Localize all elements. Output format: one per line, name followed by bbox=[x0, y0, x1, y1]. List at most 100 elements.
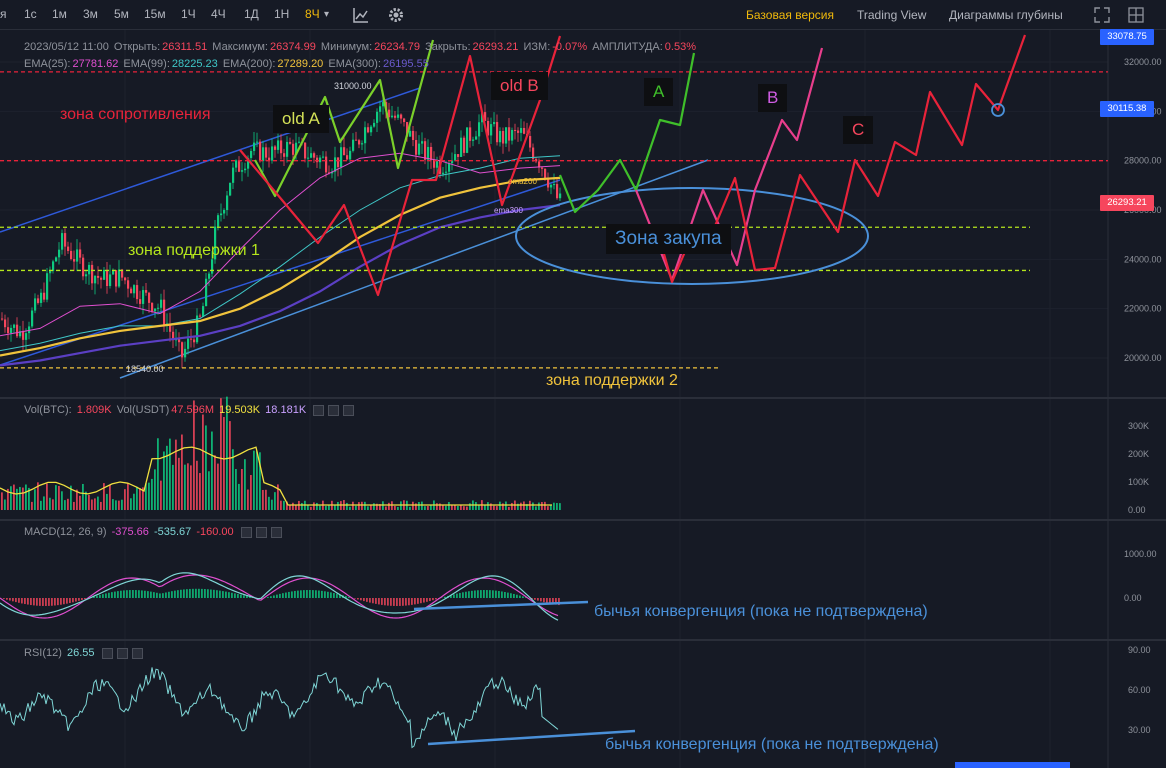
volume-bar bbox=[388, 502, 390, 510]
macd-histogram-bar bbox=[417, 598, 419, 604]
menu-trading-view[interactable]: Trading View bbox=[857, 8, 926, 22]
volume-bar bbox=[313, 502, 315, 510]
volume-bar bbox=[463, 506, 465, 510]
candle-body bbox=[340, 147, 343, 168]
candle-body bbox=[463, 137, 466, 153]
macd-close-icon[interactable] bbox=[270, 526, 282, 538]
candle-body bbox=[226, 195, 229, 211]
candle-body bbox=[523, 127, 526, 134]
timeframe-toolbar: я 1с 1м 3м 5м 15м 1Ч 4Ч 1Д 1Н 8Ч ▾ Базов… bbox=[0, 0, 1166, 30]
candle-body bbox=[256, 141, 259, 143]
volume-bar bbox=[196, 460, 198, 510]
vol-hide-icon[interactable] bbox=[328, 404, 340, 416]
timeframe-1s[interactable]: 1с bbox=[24, 7, 37, 21]
price-badge-top: 33078.75 bbox=[1100, 29, 1154, 45]
volume-bar bbox=[208, 471, 210, 510]
candle-body bbox=[430, 146, 433, 161]
macd-histogram-bar bbox=[162, 593, 164, 598]
macd-histogram-bar bbox=[456, 593, 458, 598]
volume-bar bbox=[550, 505, 552, 510]
indicator-icon[interactable] bbox=[352, 6, 370, 24]
wave-c-label: C bbox=[843, 116, 874, 144]
macd-histogram-bar bbox=[159, 593, 161, 598]
candle-body bbox=[544, 168, 547, 180]
menu-depth-charts[interactable]: Диаграммы глубины bbox=[949, 8, 1063, 22]
volume-bar bbox=[133, 493, 135, 510]
timeframe-8h[interactable]: 8Ч bbox=[305, 7, 320, 21]
price-badge-level: 30115.38 bbox=[1100, 101, 1154, 117]
volume-bar bbox=[127, 483, 129, 510]
vol-tick-label: 0.00 bbox=[1128, 505, 1146, 515]
volume-bar bbox=[250, 475, 252, 510]
candle-body bbox=[379, 106, 382, 112]
high-price-label: 31000.00 bbox=[334, 81, 372, 91]
candle-body bbox=[490, 124, 493, 136]
macd-histogram-bar bbox=[459, 592, 461, 598]
macd-hide-icon[interactable] bbox=[255, 526, 267, 538]
vol-close-icon[interactable] bbox=[343, 404, 355, 416]
candle-body bbox=[403, 118, 406, 123]
macd-histogram-bar bbox=[60, 598, 62, 605]
volume-bar bbox=[520, 502, 522, 510]
macd-histogram-bar bbox=[354, 598, 356, 599]
candle-body bbox=[448, 163, 451, 172]
macd-histogram-bar bbox=[213, 589, 215, 598]
macd-histogram-bar bbox=[504, 591, 506, 598]
timeframe-1d[interactable]: 1Д bbox=[244, 7, 259, 21]
legend-amp-label: АМПЛИТУДА: bbox=[592, 41, 663, 53]
ema200-tag: ema200 bbox=[508, 177, 537, 186]
macd-histogram-bar bbox=[333, 593, 335, 598]
candle-body bbox=[250, 150, 253, 158]
macd-histogram-bar bbox=[432, 598, 434, 601]
macd-settings-icon[interactable] bbox=[240, 526, 252, 538]
macd-histogram-bar bbox=[444, 596, 446, 598]
candle-body bbox=[40, 292, 43, 303]
candle-body bbox=[541, 167, 544, 169]
candle-body bbox=[115, 270, 118, 287]
candle-body bbox=[31, 310, 34, 327]
macd-histogram-bar bbox=[3, 598, 5, 599]
volume-bar bbox=[82, 483, 84, 510]
candle-body bbox=[49, 270, 52, 274]
rsi-settings-icon[interactable] bbox=[101, 647, 113, 659]
grid-icon[interactable] bbox=[1127, 6, 1145, 24]
expand-icon[interactable] bbox=[1093, 6, 1111, 24]
volume-bar bbox=[367, 506, 369, 510]
macd-histogram-bar bbox=[270, 596, 272, 598]
rsi-hide-icon[interactable] bbox=[116, 647, 128, 659]
volume-bar bbox=[274, 492, 276, 510]
timeframe-3m[interactable]: 3м bbox=[83, 7, 98, 21]
macd-histogram-bar bbox=[318, 590, 320, 598]
macd-histogram-bar bbox=[180, 589, 182, 598]
candle-body bbox=[253, 142, 256, 151]
timeframe-15m[interactable]: 15м bbox=[144, 7, 166, 21]
timeframe-1m[interactable]: 1м bbox=[52, 7, 67, 21]
timeframe-4h[interactable]: 4Ч bbox=[211, 7, 226, 21]
macd-histogram-bar bbox=[84, 598, 86, 600]
candle-body bbox=[184, 348, 187, 358]
timeframe-dropdown-icon[interactable]: ▾ bbox=[324, 9, 329, 20]
timeframe-5m[interactable]: 5м bbox=[114, 7, 129, 21]
macd-histogram-bar bbox=[201, 588, 203, 598]
macd-histogram-bar bbox=[396, 598, 398, 606]
timeframe-partial[interactable]: я bbox=[0, 7, 7, 21]
volume-bar bbox=[67, 498, 69, 510]
candle-body bbox=[187, 338, 190, 349]
macd-tick-label: 1000.00 bbox=[1124, 549, 1157, 559]
macd-histogram-bar bbox=[501, 591, 503, 598]
menu-basic-version[interactable]: Базовая версия bbox=[746, 8, 834, 22]
vol-settings-icon[interactable] bbox=[313, 404, 325, 416]
macd-histogram-bar bbox=[171, 591, 173, 598]
volume-bar bbox=[181, 434, 183, 510]
gear-icon[interactable] bbox=[387, 6, 405, 24]
candle-body bbox=[496, 122, 499, 143]
candle-body bbox=[52, 261, 55, 271]
volume-bar bbox=[370, 505, 372, 510]
rsi-close-icon[interactable] bbox=[131, 647, 143, 659]
candle-body bbox=[475, 136, 478, 140]
candle-body bbox=[22, 331, 25, 340]
timeframe-1w[interactable]: 1Н bbox=[274, 7, 289, 21]
timeframe-1h[interactable]: 1Ч bbox=[181, 7, 196, 21]
price-chart[interactable]: 32000.0030000.0028000.0026000.0024000.00… bbox=[0, 30, 1166, 768]
volume-bar bbox=[418, 502, 420, 510]
